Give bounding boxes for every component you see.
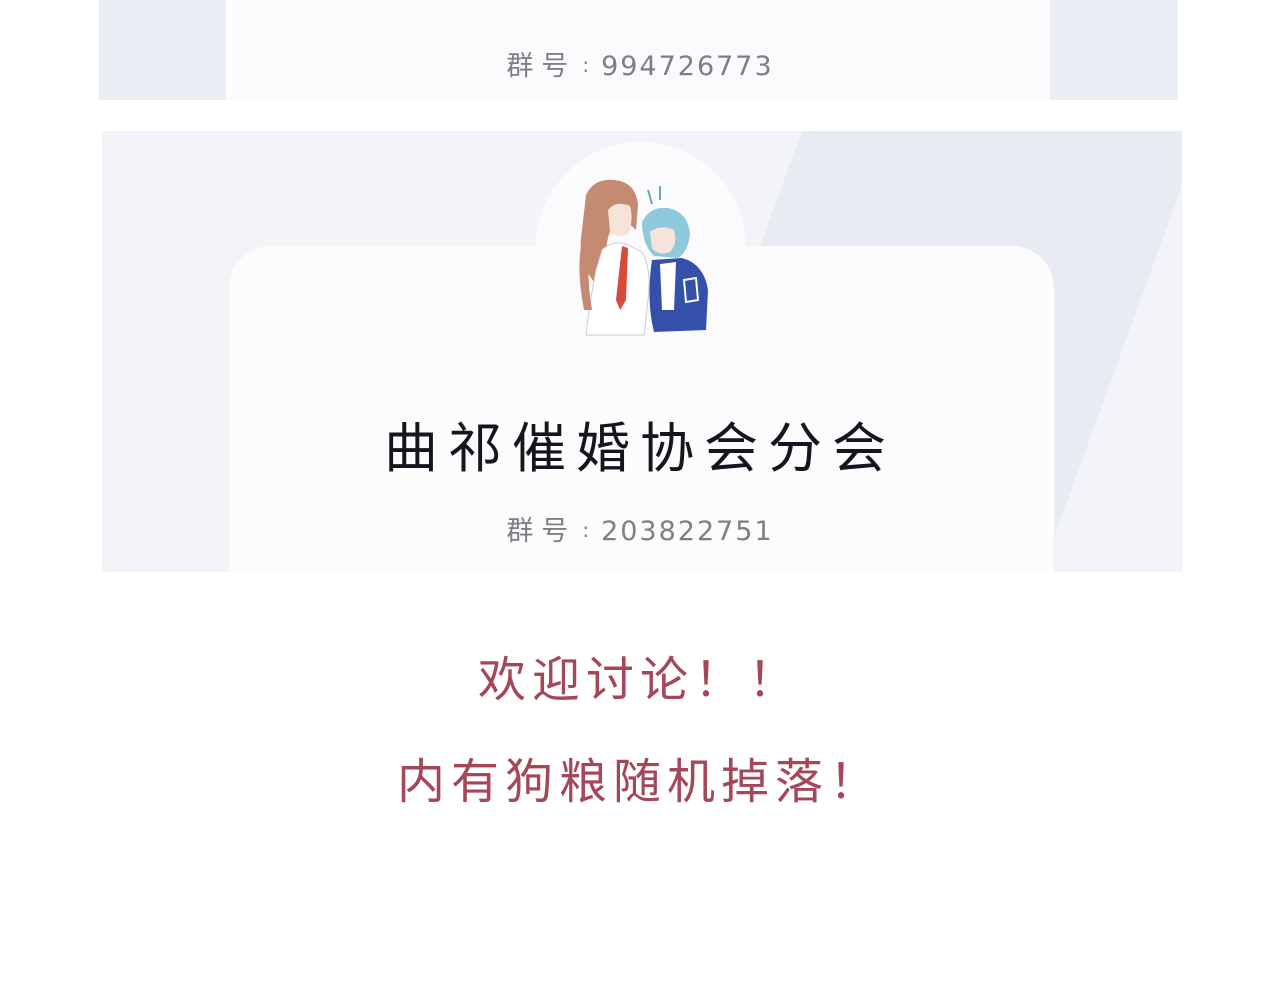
top-card-group-number-value: 994726773 bbox=[601, 51, 774, 82]
page: 群号:994726773 曲祁催婚协会分会 群号:203822751 欢迎讨论！… bbox=[0, 0, 1280, 1000]
main-card-group-label: 群号 bbox=[506, 516, 577, 547]
top-card-group-number: 群号:994726773 bbox=[0, 44, 1280, 83]
main-card-group-number-value: 203822751 bbox=[601, 516, 774, 547]
top-card-group-label: 群号 bbox=[506, 51, 577, 82]
main-card-separator: : bbox=[582, 518, 592, 542]
top-card-title-fragment bbox=[666, 0, 1066, 6]
group-title: 曲祁催婚协会分会 bbox=[384, 417, 896, 480]
dog-food-message: 内有狗粮随机掉落！ bbox=[396, 754, 883, 810]
group-avatar bbox=[579, 179, 708, 336]
welcome-message: 欢迎讨论！！ bbox=[477, 652, 802, 708]
top-card-separator: : bbox=[582, 53, 592, 77]
main-card-group-number: 群号:203822751 bbox=[0, 509, 1280, 548]
